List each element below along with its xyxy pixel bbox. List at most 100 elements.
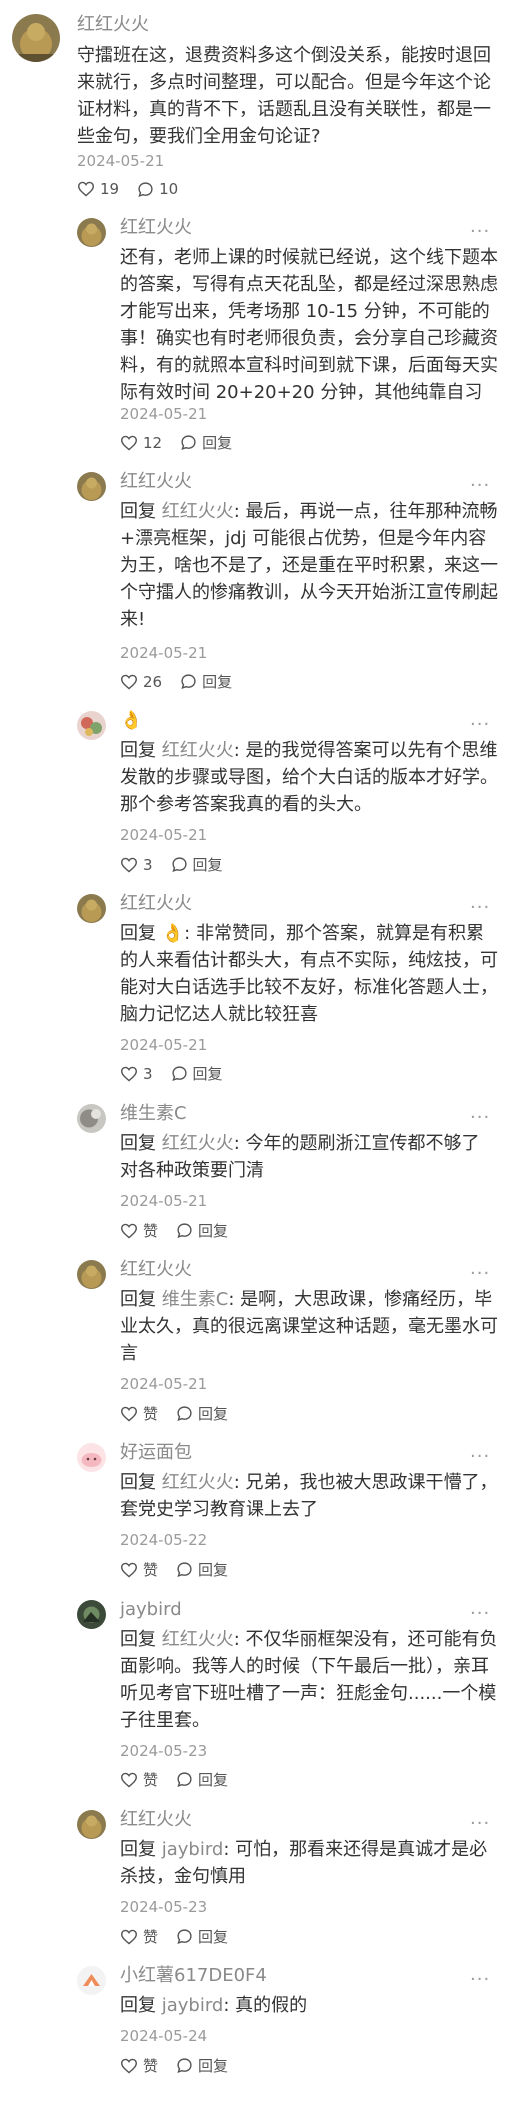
mention-link[interactable]: 红红火火 [162,740,234,761]
mention-link[interactable]: 维生素C [162,1289,229,1310]
avatar[interactable] [77,894,106,923]
author-name[interactable]: 红红火火 [120,216,192,240]
like-button[interactable]: 12 [120,434,162,452]
like-count: 赞 [143,2057,159,2075]
avatar[interactable] [77,1810,106,1839]
like-button[interactable]: 3 [120,856,153,874]
chat-bubble-icon [177,2058,192,2073]
reply-button[interactable]: 回复 [176,1559,228,1580]
comment-actions: 赞 回复 [120,2055,246,2076]
comment-text: 回复 红红火火: 是的我觉得答案可以先有个思维发散的步骤或导图，给个大白话的版本… [120,737,500,818]
comment-date: 2024-05-23 [120,1898,208,1916]
heart-icon [120,1562,138,1577]
more-options-button[interactable]: ··· [470,1264,490,1284]
reply-button[interactable]: 回复 [176,1220,228,1241]
author-name[interactable]: 好运面包 [120,1441,192,1465]
reply-button[interactable]: 回复 [180,671,232,692]
reply-count-button[interactable]: 10 [137,180,178,198]
like-count: 26 [143,672,163,691]
like-button[interactable]: 赞 [120,1559,158,1580]
comment-text: 回复 红红火火: 最后，再说一点，往年那种流畅+漂亮框架，jdj 可能很占优势，… [120,498,500,633]
chat-bubble-icon [177,1406,192,1421]
avatar[interactable] [77,218,106,247]
reply-count: 10 [159,180,179,198]
like-count: 赞 [143,1222,159,1240]
reply-button[interactable]: 回复 [176,1926,228,1947]
reply-button[interactable]: 回复 [171,1063,223,1084]
more-options-button[interactable]: ··· [470,1604,490,1624]
mention-link[interactable]: 红红火火 [162,1472,234,1493]
avatar[interactable] [77,1966,106,1995]
heart-icon [120,1223,138,1238]
avatar[interactable] [77,1600,106,1629]
mention-link[interactable]: 红红火火 [162,501,234,522]
author-name[interactable]: jaybird [120,1598,182,1622]
author-name[interactable]: 红红火火 [120,470,192,494]
like-button[interactable]: 26 [120,673,162,691]
avatar[interactable] [77,1104,106,1133]
mention-link[interactable]: jaybird [162,1839,224,1860]
author-name[interactable]: 红红火火 [77,13,149,37]
heart-icon [77,181,95,197]
comment-text: 回复 红红火火: 不仅华丽框架没有，还可能有负面影响。我等人的时候（下午最后一批… [120,1626,500,1734]
reply-prefix: 回复 [120,1629,162,1650]
author-name[interactable]: 红红火火 [120,1808,192,1832]
reply-prefix: 回复 [120,501,162,522]
reply-button[interactable]: 回复 [176,2055,228,2076]
like-button[interactable]: 赞 [120,1403,158,1424]
heart-icon [120,1772,138,1787]
more-options-button[interactable]: ··· [470,1447,490,1467]
like-button[interactable]: 赞 [120,1926,158,1947]
author-name[interactable]: 小红薯617DE0F4 [120,1964,267,1988]
comment-actions: 赞 回复 [120,1769,246,1790]
heart-icon [120,1406,138,1421]
reply-label: 回复 [198,1222,229,1240]
reply-body: : 真的假的 [223,1995,308,2016]
like-button[interactable]: 赞 [120,1769,158,1790]
comment-text: 守擂班在这，退费资料多这个倒没关系，能按时退回来就行，多点时间整理，可以配合。但… [77,45,491,147]
mention-link[interactable]: 红红火火 [162,1629,234,1650]
like-button[interactable]: 19 [77,180,119,198]
chat-bubble-icon [138,181,153,197]
mention-link[interactable]: 红红火火 [162,1133,234,1154]
reply-label: 回复 [198,1405,229,1423]
more-options-button[interactable]: ··· [470,715,490,735]
more-options-button[interactable]: ··· [470,1108,490,1128]
like-count: 赞 [143,1405,159,1423]
author-name[interactable]: 红红火火 [120,892,192,916]
mention-link[interactable]: jaybird [162,1995,224,2016]
reply-label: 回复 [198,1561,229,1579]
comment-date: 2024-05-21 [120,1192,208,1210]
mention-link[interactable]: 👌 [162,923,184,944]
avatar[interactable] [77,1260,106,1289]
like-count: 赞 [143,1771,159,1789]
more-options-button[interactable]: ··· [470,476,490,496]
like-button[interactable]: 3 [120,1065,153,1083]
author-name[interactable]: 维生素C [120,1102,187,1126]
like-button[interactable]: 赞 [120,1220,158,1241]
reply-prefix: 回复 [120,1839,162,1860]
like-count: 19 [100,180,120,198]
comment-text: 回复 👌: 非常赞同，那个答案，就算是有积累的人来看估计都头大，有点不实际，纯炫… [120,920,500,1028]
reply-button[interactable]: 回复 [176,1769,228,1790]
comment-actions: 3 回复 [120,1063,241,1084]
comment-actions: 12 回复 [120,432,250,453]
author-name[interactable]: 👌 [120,709,142,733]
more-options-button[interactable]: ··· [470,898,490,918]
more-options-button[interactable]: ··· [470,1814,490,1834]
avatar[interactable] [77,472,106,501]
heart-icon [120,1066,138,1081]
avatar[interactable] [77,1443,106,1472]
reply-button[interactable]: 回复 [180,432,232,453]
avatar[interactable] [77,711,106,740]
reply-button[interactable]: 回复 [176,1403,228,1424]
avatar[interactable] [12,14,60,62]
like-count: 12 [143,433,163,452]
author-name[interactable]: 红红火火 [120,1258,192,1282]
reply-button[interactable]: 回复 [171,854,223,875]
like-button[interactable]: 赞 [120,2055,158,2076]
chat-bubble-icon [171,857,187,872]
more-options-button[interactable]: ··· [470,1970,490,1990]
comment-actions: 赞 回复 [120,1403,246,1424]
more-options-button[interactable]: ··· [470,222,490,242]
